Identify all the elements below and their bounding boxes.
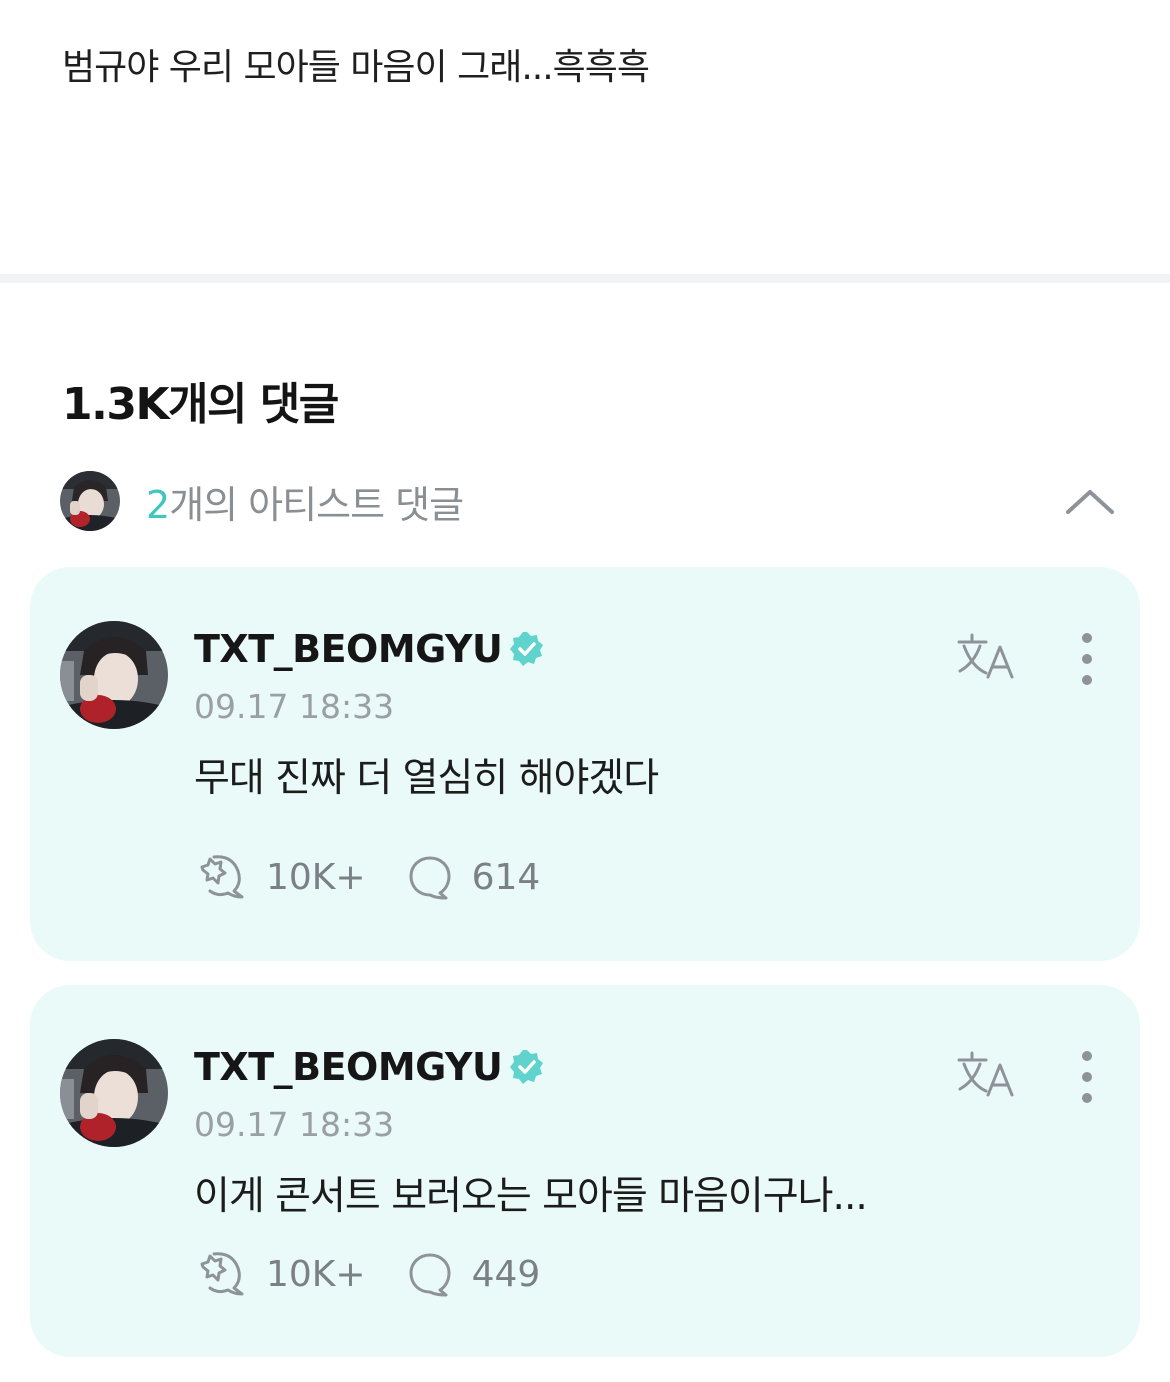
verified-badge-icon (510, 1050, 544, 1084)
verified-badge-icon (510, 632, 544, 666)
translate-icon[interactable] (956, 631, 1018, 681)
username-text: TXT_BEOMGYU (194, 627, 503, 671)
comment-timestamp: 09.17 18:33 (194, 687, 395, 726)
reply-count: 449 (471, 1253, 541, 1295)
translate-icon[interactable] (956, 1049, 1018, 1099)
section-divider (0, 274, 1170, 283)
more-vertical-icon[interactable] (1070, 633, 1104, 685)
comment-username[interactable]: TXT_BEOMGYU (194, 627, 546, 671)
chevron-up-icon[interactable] (1064, 482, 1116, 522)
artist-avatar (60, 471, 120, 531)
like-count: 10K+ (266, 856, 366, 898)
comments-count-heading: 1.3K개의 댓글 (62, 379, 339, 430)
artist-comments-count: 2 (146, 482, 170, 527)
comment-timestamp: 09.17 18:33 (194, 1105, 395, 1144)
like-icon (200, 1252, 244, 1296)
comment-actions: 10K+ 614 (194, 853, 540, 901)
reply-button[interactable]: 614 (408, 854, 541, 900)
like-icon (200, 855, 244, 899)
avatar[interactable] (60, 621, 168, 729)
artist-comment-card: TXT_BEOMGYU 09.17 18:33 무대 진짜 더 열심히 해야겠다 (30, 567, 1140, 961)
artist-comments-toggle[interactable]: 2개의 아티스트 댓글 (60, 470, 1120, 532)
comment-bubble-icon (409, 856, 451, 900)
more-vertical-icon[interactable] (1070, 1051, 1104, 1103)
like-count: 10K+ (266, 1253, 366, 1295)
reply-button[interactable]: 449 (408, 1251, 541, 1297)
avatar[interactable] (60, 1039, 168, 1147)
post-text: 범규야 우리 모아들 마음이 그래...흑흑흑 (62, 47, 650, 88)
reply-count: 614 (471, 856, 541, 898)
comment-actions: 10K+ 449 (194, 1250, 540, 1298)
comment-username[interactable]: TXT_BEOMGYU (194, 1045, 546, 1089)
comment-text: 이게 콘서트 보러오는 모아들 마음이구나... (194, 1174, 868, 1219)
username-text: TXT_BEOMGYU (194, 1045, 503, 1089)
like-button[interactable]: 10K+ (194, 853, 366, 901)
artist-comments-suffix: 개의 아티스트 댓글 (169, 482, 464, 527)
comment-text: 무대 진짜 더 열심히 해야겠다 (194, 756, 659, 801)
comment-bubble-icon (409, 1253, 451, 1297)
artist-comment-card: TXT_BEOMGYU 09.17 18:33 이게 콘서트 보러오는 모아들 … (30, 985, 1140, 1357)
artist-comments-label: 2개의 아티스트 댓글 (146, 474, 464, 529)
like-button[interactable]: 10K+ (194, 1250, 366, 1298)
